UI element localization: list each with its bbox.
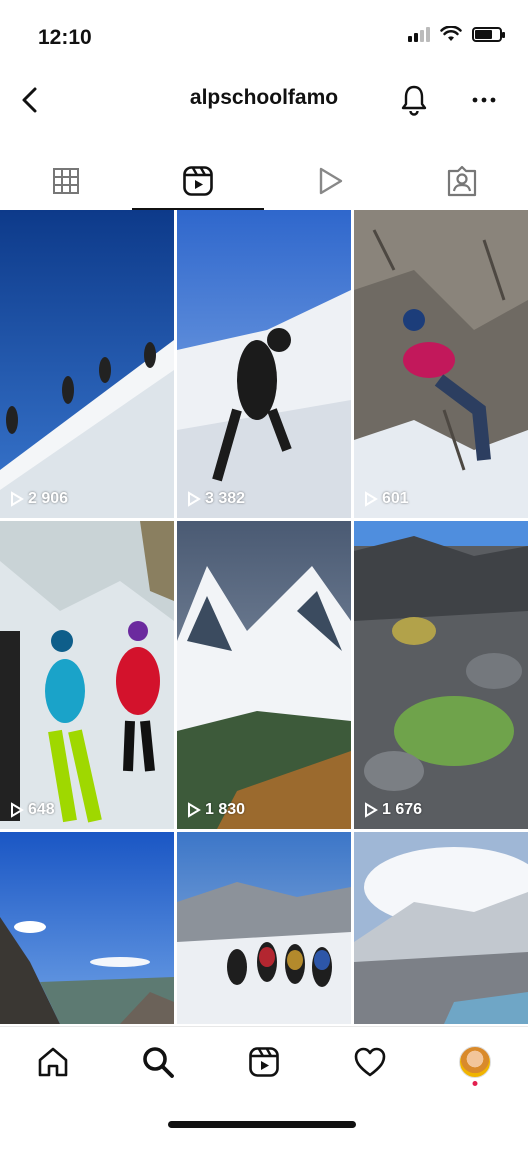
reel-thumbnail[interactable]: 1 676 [354, 521, 528, 829]
heart-icon [354, 1047, 385, 1076]
play-icon [188, 802, 201, 818]
reel-thumbnail[interactable] [177, 832, 351, 1024]
reel-thumbnail[interactable]: 3 382 [177, 210, 351, 518]
profile-header: alpschoolfamo [0, 72, 528, 128]
reel-thumbnail[interactable]: 601 [354, 210, 528, 518]
reel-image-climbers-ridge [0, 210, 174, 518]
reel-image-hikers-snow [177, 832, 351, 1024]
view-count: 3 382 [187, 490, 245, 508]
view-count: 1 830 [187, 801, 245, 819]
signal-icon [408, 26, 430, 42]
profile-tabs [0, 152, 528, 210]
view-count: 1 676 [364, 801, 422, 819]
nav-activity-button[interactable] [340, 1032, 400, 1092]
wifi-icon [440, 26, 462, 41]
notifications-button[interactable] [394, 80, 434, 120]
reel-image-mountain-peaks [177, 521, 351, 829]
reel-image-climber-snow-slope [177, 210, 351, 518]
reels-icon [183, 166, 213, 196]
reel-thumbnail[interactable]: 648 [0, 521, 174, 829]
tagged-icon [447, 165, 477, 197]
nav-profile-button[interactable] [445, 1032, 505, 1092]
play-icon [188, 491, 201, 507]
home-icon [38, 1047, 68, 1076]
reel-image-ice-cave [0, 521, 174, 829]
play-icon [365, 491, 378, 507]
reel-image-lake-ridge [0, 832, 174, 1024]
reels-icon [249, 1046, 279, 1077]
play-icon [365, 802, 378, 818]
bottom-navigation [0, 1026, 528, 1096]
reel-thumbnail[interactable] [354, 832, 528, 1024]
status-icons [408, 26, 505, 42]
nav-search-button[interactable] [128, 1032, 188, 1092]
profile-avatar [459, 1045, 492, 1078]
battery-icon [472, 26, 505, 42]
view-count: 648 [10, 801, 55, 819]
tab-tagged[interactable] [396, 152, 528, 210]
search-icon [143, 1046, 175, 1078]
play-icon [319, 167, 343, 195]
reel-image-rocks-moss [354, 521, 528, 829]
more-options-button[interactable] [464, 80, 504, 120]
notification-dot [472, 1080, 478, 1086]
reel-thumbnail[interactable] [0, 832, 174, 1024]
nav-home-button[interactable] [23, 1032, 83, 1092]
play-icon [11, 491, 24, 507]
reel-image-rappelling [354, 210, 528, 518]
more-dots-icon [472, 97, 496, 103]
grid-icon [53, 168, 79, 194]
status-bar: 12:10 [0, 0, 528, 72]
tab-videos[interactable] [264, 152, 396, 210]
reel-image-clouded-mountain [354, 832, 528, 1024]
play-icon [11, 802, 24, 818]
reel-thumbnail[interactable]: 1 830 [177, 521, 351, 829]
tab-posts-grid[interactable] [0, 152, 132, 210]
nav-reels-button[interactable] [234, 1032, 294, 1092]
reel-thumbnail[interactable]: 2 906 [0, 210, 174, 518]
status-time: 12:10 [38, 26, 92, 49]
view-count: 2 906 [10, 490, 68, 508]
tab-reels[interactable] [132, 152, 264, 210]
view-count: 601 [364, 490, 409, 508]
profile-username: alpschoolfamo [189, 86, 339, 109]
home-indicator[interactable] [168, 1121, 356, 1128]
bell-icon [401, 85, 427, 116]
reels-grid: 2 906 3 382 601 648 1 830 1 676 [0, 210, 528, 1024]
